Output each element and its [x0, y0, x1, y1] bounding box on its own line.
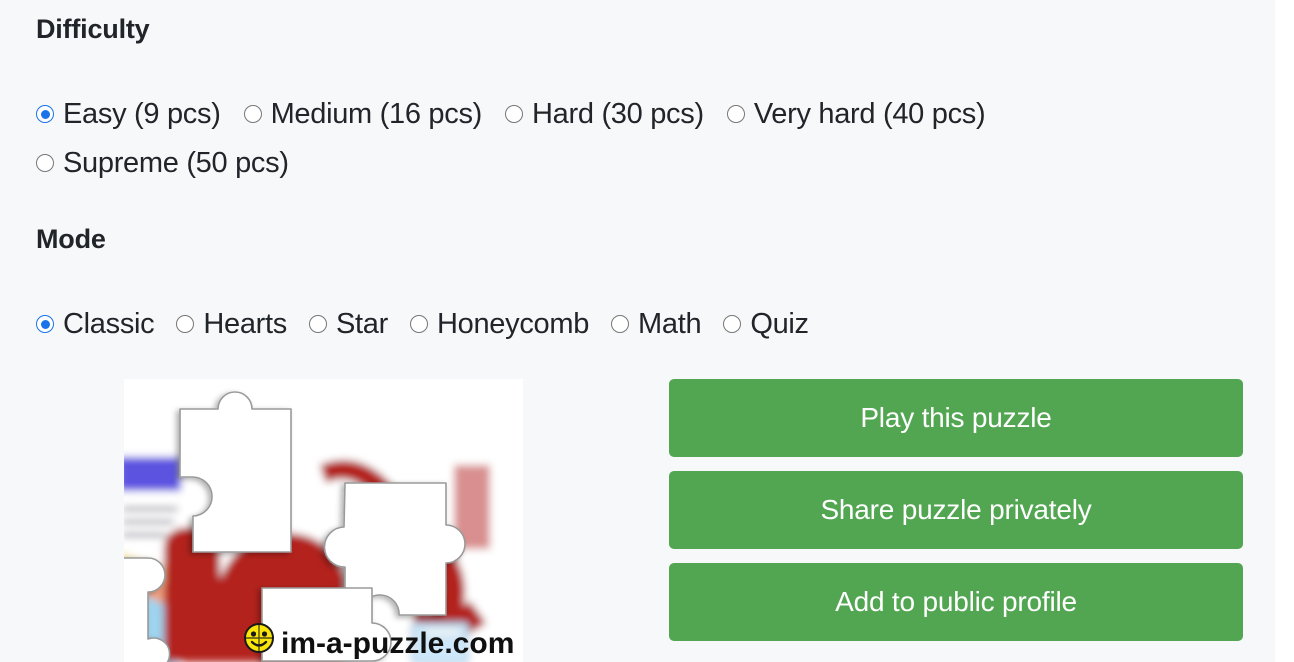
- radio-label: Medium (16 pcs): [270, 97, 483, 130]
- difficulty-heading: Difficulty: [36, 14, 150, 44]
- add-to-public-profile-button[interactable]: Add to public profile: [669, 563, 1243, 641]
- radio-label: Hearts: [203, 307, 287, 340]
- radio-mode-honeycomb[interactable]: Honeycomb: [409, 300, 590, 348]
- difficulty-radio-group: Easy (9 pcs) Medium (16 pcs) Hard (30 pc…: [36, 90, 1216, 187]
- radio-difficulty-easy[interactable]: Easy (9 pcs): [36, 90, 221, 138]
- radio-mark-selected-icon[interactable]: [36, 105, 54, 123]
- radio-label: Very hard (40 pcs): [753, 97, 986, 130]
- radio-label: Hard (30 pcs): [532, 97, 704, 130]
- radio-mark-icon[interactable]: [36, 154, 54, 172]
- play-this-puzzle-button[interactable]: Play this puzzle: [669, 379, 1243, 457]
- radio-mode-classic[interactable]: Classic: [36, 300, 155, 348]
- radio-mark-icon[interactable]: [176, 315, 195, 333]
- mode-radio-group: Classic Hearts Star Honeycomb Math Quiz: [36, 300, 831, 348]
- puzzle-setup-page: Difficulty Easy (9 pcs) Medium (16 pcs) …: [0, 0, 1294, 662]
- radio-label: Star: [335, 307, 388, 340]
- radio-mode-star[interactable]: Star: [308, 300, 388, 348]
- radio-mark-icon[interactable]: [505, 105, 524, 123]
- mode-heading: Mode: [36, 224, 106, 254]
- radio-label: Easy (9 pcs): [63, 97, 221, 130]
- puzzle-preview-image[interactable]: im-a-puzzle.com: [124, 379, 523, 662]
- watermark: im-a-puzzle.com: [244, 623, 514, 660]
- radio-label: Honeycomb: [436, 307, 590, 340]
- radio-label: Quiz: [750, 307, 809, 340]
- smiley-puzzle-icon: [244, 623, 274, 653]
- radio-label: Classic: [63, 307, 155, 340]
- radio-mark-icon[interactable]: [243, 105, 262, 123]
- radio-mode-quiz[interactable]: Quiz: [723, 300, 809, 348]
- radio-difficulty-medium[interactable]: Medium (16 pcs): [243, 90, 483, 138]
- radio-mark-icon[interactable]: [409, 315, 428, 333]
- watermark-text: im-a-puzzle.com: [281, 627, 514, 660]
- radio-label: Supreme (50 pcs): [63, 146, 289, 179]
- radio-mark-icon[interactable]: [726, 105, 745, 123]
- radio-mark-icon[interactable]: [611, 315, 630, 333]
- share-puzzle-privately-button[interactable]: Share puzzle privately: [669, 471, 1243, 549]
- radio-label: Math: [638, 307, 702, 340]
- radio-mark-icon[interactable]: [723, 315, 742, 333]
- radio-difficulty-supreme[interactable]: Supreme (50 pcs): [36, 139, 289, 187]
- radio-mark-icon[interactable]: [308, 315, 327, 333]
- radio-mark-selected-icon[interactable]: [36, 315, 54, 333]
- radio-difficulty-very-hard[interactable]: Very hard (40 pcs): [726, 90, 986, 138]
- radio-mode-math[interactable]: Math: [611, 300, 702, 348]
- radio-difficulty-hard[interactable]: Hard (30 pcs): [505, 90, 704, 138]
- radio-mode-hearts[interactable]: Hearts: [176, 300, 287, 348]
